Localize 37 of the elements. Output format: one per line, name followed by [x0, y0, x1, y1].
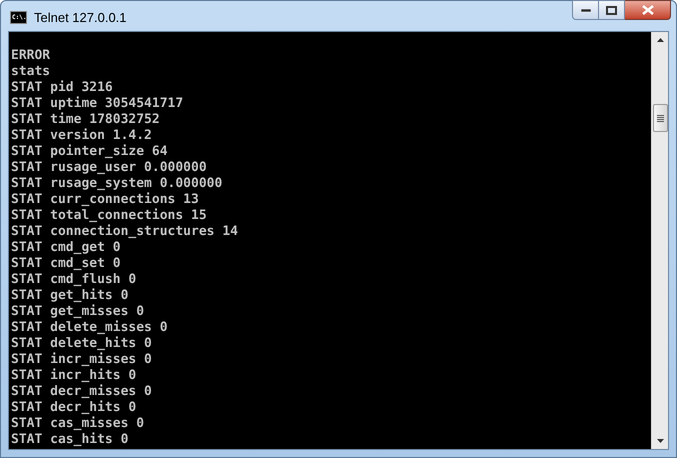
console-line: STAT cas_misses 0 — [11, 416, 146, 432]
maximize-icon — [606, 6, 617, 14]
minimize-icon — [580, 8, 590, 12]
scroll-thumb[interactable] — [652, 104, 668, 132]
window-title: Telnet 127.0.0.1 — [34, 9, 127, 27]
console-line: STAT rusage_system 0.000000 — [11, 176, 224, 192]
console-line: STAT time 178032752 — [11, 112, 161, 128]
console-line: STAT get_misses 0 — [11, 304, 146, 320]
console-line: STAT version 1.4.2 — [11, 128, 153, 144]
console-line: STAT uptime 3054541717 — [11, 96, 184, 112]
console-line: STAT curr_connections 13 — [11, 192, 200, 208]
console-line: STAT get_hits 0 — [11, 288, 130, 304]
console-line: ERROR — [11, 48, 52, 64]
console-line: STAT decr_misses 0 — [11, 384, 153, 400]
console-line: STAT rusage_user 0.000000 — [11, 160, 208, 176]
console-line: STAT pid 3216 — [11, 80, 114, 96]
console-line: STAT delete_hits 0 — [11, 336, 153, 352]
close-button[interactable] — [625, 0, 671, 20]
console-line: stats — [11, 64, 51, 80]
grip-icon — [656, 114, 664, 122]
console-line: STAT delete_misses 0 — [11, 320, 169, 336]
console-line: STAT decr_hits 0 — [11, 400, 138, 416]
console-line: STAT incr_misses 0 — [11, 352, 153, 368]
console-line: STAT cas_hits 0 — [11, 432, 130, 448]
scroll-up-icon[interactable] — [656, 38, 664, 42]
console-line: STAT cmd_set 0 — [11, 256, 122, 272]
console-line: STAT pointer_size 64 — [11, 144, 169, 160]
close-icon — [642, 5, 654, 15]
minimize-button[interactable] — [572, 0, 599, 20]
console-line: STAT cmd_flush 0 — [11, 272, 138, 288]
scrollbar[interactable] — [651, 32, 668, 449]
console-line: STAT incr_hits 0 — [11, 368, 138, 384]
console-line: STAT cmd_get 0 — [11, 240, 122, 256]
console-line: STAT connection_structures 14 — [11, 224, 239, 240]
console-line: STAT total_connections 15 — [11, 208, 208, 224]
maximize-button[interactable] — [599, 0, 625, 20]
scroll-down-icon[interactable] — [656, 439, 664, 443]
